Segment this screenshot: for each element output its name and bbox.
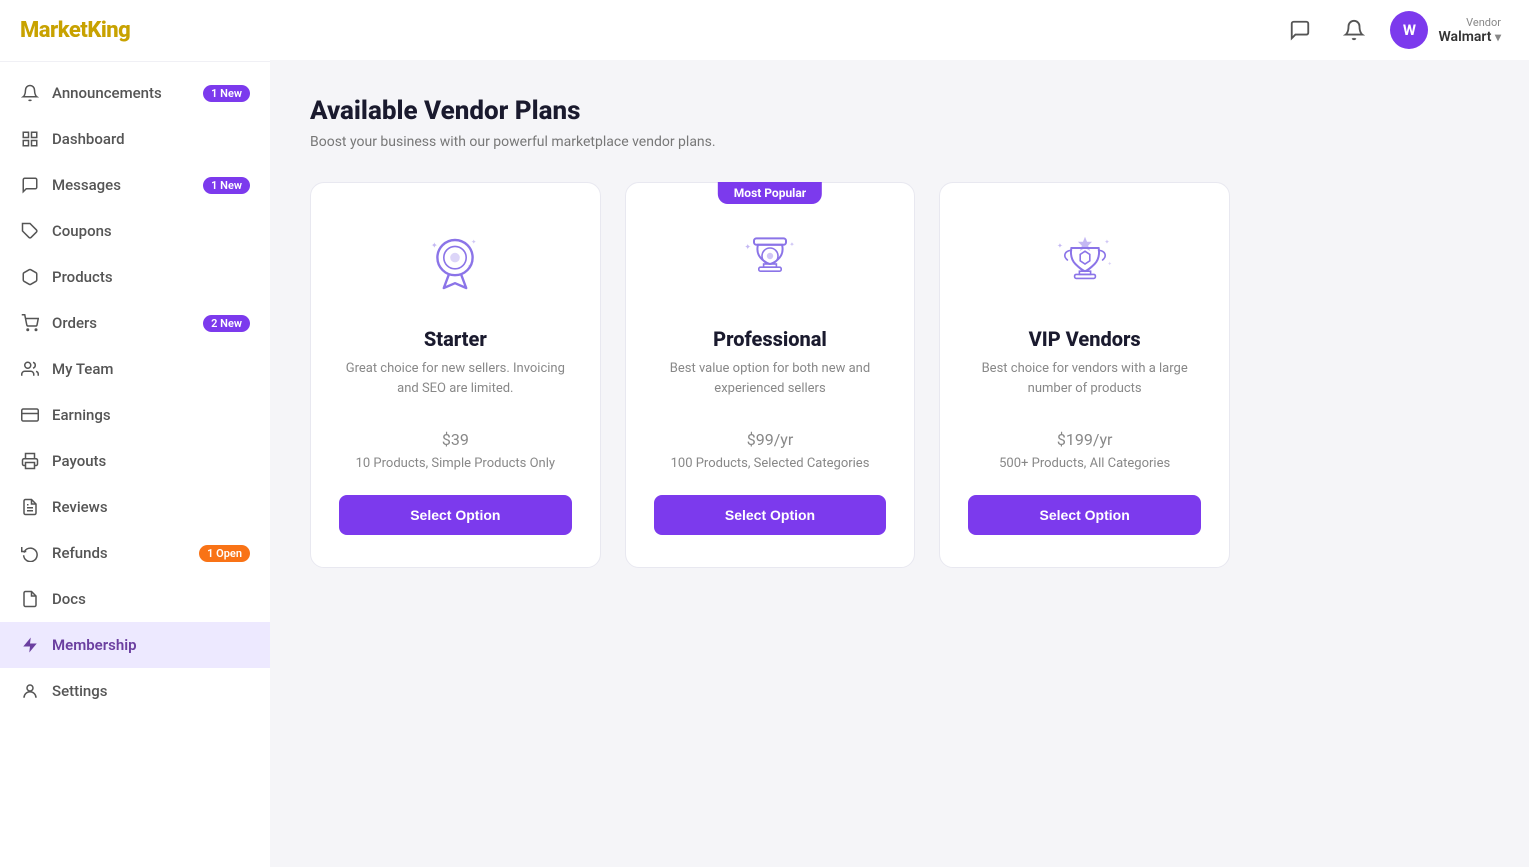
plan-card-professional: Most Popular ✦ ✦ bbox=[625, 182, 916, 568]
svg-text:✦: ✦ bbox=[744, 243, 751, 252]
chevron-down-icon: ▾ bbox=[1495, 30, 1501, 44]
membership-icon bbox=[20, 635, 40, 655]
starter-plan-name: Starter bbox=[424, 327, 487, 351]
vendor-name: Walmart ▾ bbox=[1438, 29, 1501, 45]
orders-label: Orders bbox=[52, 314, 97, 332]
announcements-label: Announcements bbox=[52, 84, 162, 102]
professional-plan-icon: ✦ ✦ bbox=[725, 219, 815, 309]
vip-plan-name: VIP Vendors bbox=[1029, 327, 1141, 351]
professional-plan-name: Professional bbox=[713, 327, 827, 351]
main-area: W Vendor Walmart ▾ Available Vendor Plan… bbox=[270, 0, 1529, 867]
sidebar-item-membership[interactable]: Membership bbox=[0, 622, 270, 668]
vip-plan-desc: Best choice for vendors with a large num… bbox=[968, 359, 1201, 399]
page-title: Available Vendor Plans bbox=[310, 96, 1489, 126]
my-team-icon bbox=[20, 359, 40, 379]
sidebar-item-reviews[interactable]: Reviews bbox=[0, 484, 270, 530]
logo-text: MarketKing bbox=[20, 18, 250, 43]
products-icon bbox=[20, 267, 40, 287]
sidebar: MarketKing Announcements 1 New Dashboard… bbox=[0, 0, 270, 867]
coupons-icon bbox=[20, 221, 40, 241]
sidebar-item-products[interactable]: Products bbox=[0, 254, 270, 300]
sidebar-item-payouts[interactable]: Payouts bbox=[0, 438, 270, 484]
announcements-badge: 1 New bbox=[203, 85, 250, 102]
sidebar-item-messages[interactable]: Messages 1 New bbox=[0, 162, 270, 208]
page-subtitle: Boost your business with our powerful ma… bbox=[310, 134, 1489, 150]
messages-badge: 1 New bbox=[203, 177, 250, 194]
content-area: Available Vendor Plans Boost your busine… bbox=[270, 60, 1529, 867]
payouts-label: Payouts bbox=[52, 452, 106, 470]
sidebar-item-dashboard[interactable]: Dashboard bbox=[0, 116, 270, 162]
svg-text:✦: ✦ bbox=[1057, 241, 1063, 250]
refunds-label: Refunds bbox=[52, 544, 108, 562]
orders-badge: 2 New bbox=[203, 315, 250, 332]
starter-plan-desc: Great choice for new sellers. Invoicing … bbox=[339, 359, 572, 399]
coupons-label: Coupons bbox=[52, 222, 112, 240]
payouts-icon bbox=[20, 451, 40, 471]
svg-text:✦: ✦ bbox=[471, 238, 476, 246]
starter-plan-price: $39 bbox=[442, 419, 469, 452]
vip-select-button[interactable]: Select Option bbox=[968, 495, 1201, 535]
messages-label: Messages bbox=[52, 176, 121, 194]
chat-icon-button[interactable] bbox=[1282, 12, 1318, 48]
user-menu[interactable]: W Vendor Walmart ▾ bbox=[1390, 11, 1501, 49]
professional-plan-price: $99/yr bbox=[747, 419, 794, 452]
reviews-label: Reviews bbox=[52, 498, 108, 516]
starter-select-button[interactable]: Select Option bbox=[339, 495, 572, 535]
sidebar-item-announcements[interactable]: Announcements 1 New bbox=[0, 70, 270, 116]
vip-plan-icon: ✦ ✦ ✦ bbox=[1040, 219, 1130, 309]
professional-select-button[interactable]: Select Option bbox=[654, 495, 887, 535]
starter-plan-features: 10 Products, Simple Products Only bbox=[356, 456, 555, 471]
plan-card-starter: ✦ ✦ ✦ Starter Great choice for new selle… bbox=[310, 182, 601, 568]
sidebar-item-orders[interactable]: Orders 2 New bbox=[0, 300, 270, 346]
refunds-badge: 1 Open bbox=[199, 545, 250, 562]
sidebar-nav: Announcements 1 New Dashboard Messages 1… bbox=[0, 62, 270, 867]
announcements-icon bbox=[20, 83, 40, 103]
settings-label: Settings bbox=[52, 682, 108, 700]
user-info: Vendor Walmart ▾ bbox=[1438, 16, 1501, 45]
earnings-icon bbox=[20, 405, 40, 425]
plan-card-vip: ✦ ✦ ✦ VIP Vendors Best choice for vendor… bbox=[939, 182, 1230, 568]
membership-label: Membership bbox=[52, 636, 137, 654]
professional-plan-features: 100 Products, Selected Categories bbox=[671, 456, 870, 471]
reviews-icon bbox=[20, 497, 40, 517]
dashboard-icon bbox=[20, 129, 40, 149]
svg-text:✦: ✦ bbox=[789, 240, 794, 248]
logo-market: Market bbox=[20, 18, 87, 43]
user-role: Vendor bbox=[1438, 16, 1501, 29]
starter-plan-icon: ✦ ✦ ✦ bbox=[410, 219, 500, 309]
svg-text:✦: ✦ bbox=[431, 241, 438, 250]
docs-icon bbox=[20, 589, 40, 609]
sidebar-item-coupons[interactable]: Coupons bbox=[0, 208, 270, 254]
logo-king: King bbox=[87, 18, 130, 43]
refunds-icon bbox=[20, 543, 40, 563]
svg-text:✦: ✦ bbox=[467, 263, 472, 270]
plans-grid: ✦ ✦ ✦ Starter Great choice for new selle… bbox=[310, 182, 1230, 568]
vip-plan-price: $199/yr bbox=[1057, 419, 1113, 452]
avatar: W bbox=[1390, 11, 1428, 49]
bell-icon-button[interactable] bbox=[1336, 12, 1372, 48]
sidebar-item-settings[interactable]: Settings bbox=[0, 668, 270, 714]
products-label: Products bbox=[52, 268, 113, 286]
orders-icon bbox=[20, 313, 40, 333]
sidebar-item-earnings[interactable]: Earnings bbox=[0, 392, 270, 438]
logo: MarketKing bbox=[0, 0, 270, 62]
earnings-label: Earnings bbox=[52, 406, 111, 424]
svg-text:✦: ✦ bbox=[1107, 261, 1112, 268]
settings-icon bbox=[20, 681, 40, 701]
sidebar-item-refunds[interactable]: Refunds 1 Open bbox=[0, 530, 270, 576]
sidebar-item-my-team[interactable]: My Team bbox=[0, 346, 270, 392]
my-team-label: My Team bbox=[52, 360, 113, 378]
dashboard-label: Dashboard bbox=[52, 130, 125, 148]
messages-icon bbox=[20, 175, 40, 195]
topbar: W Vendor Walmart ▾ bbox=[270, 0, 1529, 60]
popular-badge: Most Popular bbox=[718, 182, 822, 204]
vip-plan-features: 500+ Products, All Categories bbox=[999, 456, 1170, 471]
docs-label: Docs bbox=[52, 590, 86, 608]
svg-text:✦: ✦ bbox=[1104, 238, 1109, 246]
sidebar-item-docs[interactable]: Docs bbox=[0, 576, 270, 622]
professional-plan-desc: Best value option for both new and exper… bbox=[654, 359, 887, 399]
